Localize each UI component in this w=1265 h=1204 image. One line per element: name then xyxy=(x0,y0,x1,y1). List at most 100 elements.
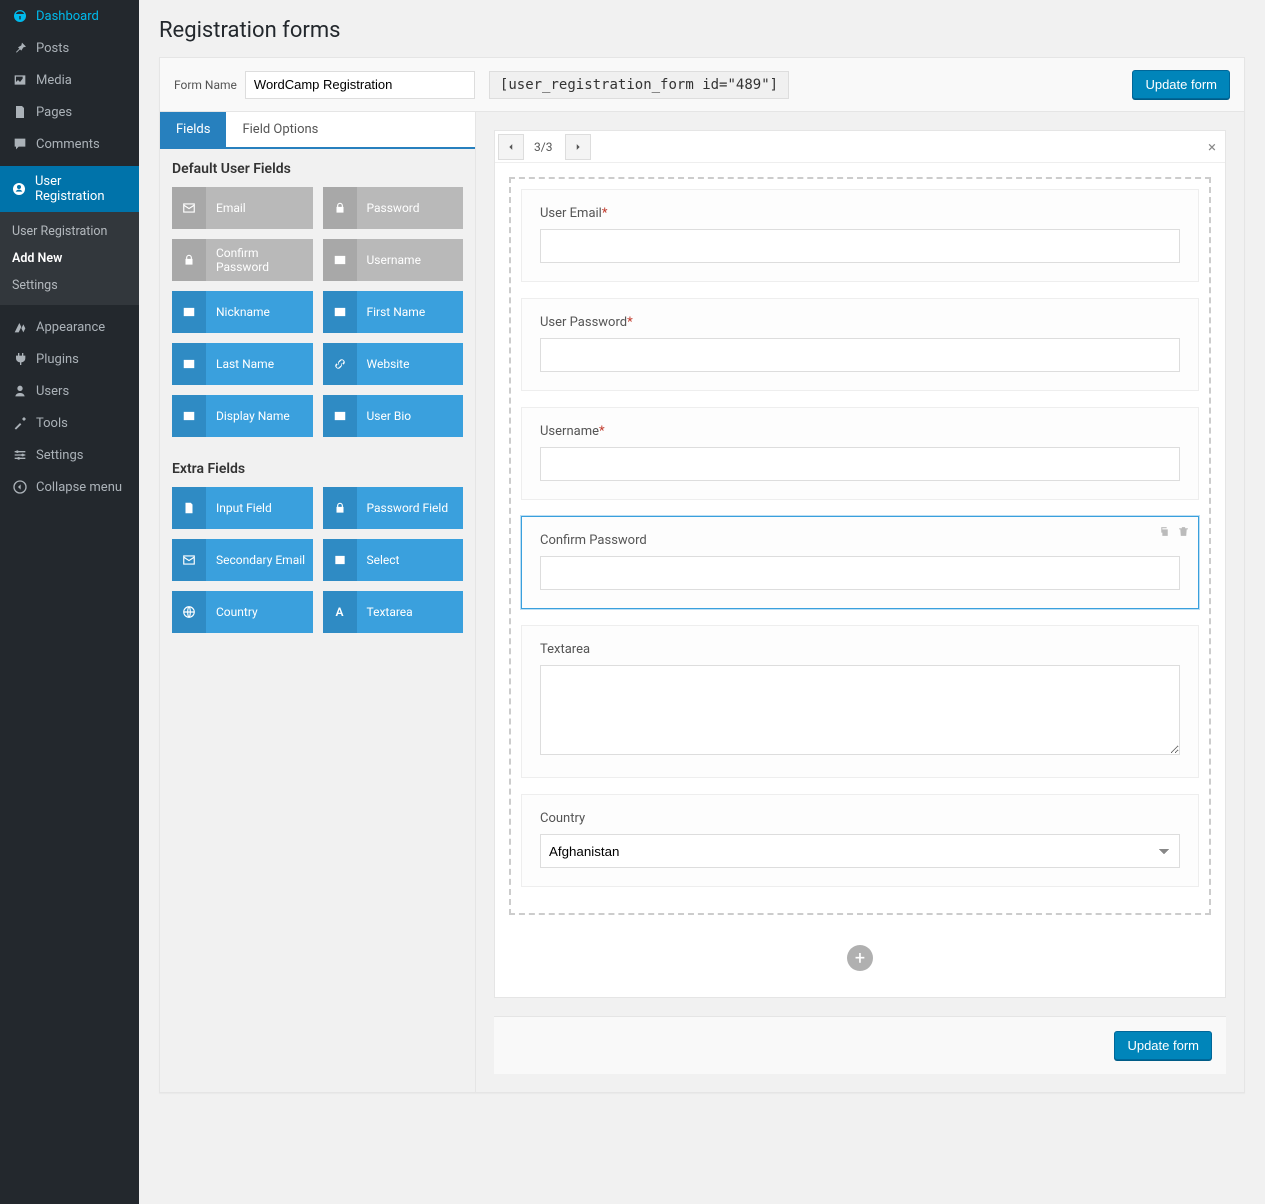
field-chip-email[interactable]: Email xyxy=(172,187,313,229)
canvas-field-textarea[interactable]: Textarea xyxy=(521,625,1199,778)
field-chip-select[interactable]: Select xyxy=(323,539,464,581)
add-row-button[interactable]: + xyxy=(847,945,873,971)
field-chip-textarea[interactable]: A Textarea xyxy=(323,591,464,633)
field-chip-user-bio[interactable]: User Bio xyxy=(323,395,464,437)
canvas-drop-zone[interactable]: User Email* User Password* Username* Confi… xyxy=(509,177,1211,915)
sidebar-item-settings[interactable]: Settings xyxy=(0,439,139,471)
sidebar-item-label: Media xyxy=(36,73,72,88)
card-icon xyxy=(333,305,347,319)
field-chip-label: Confirm Password xyxy=(206,246,313,274)
canvas-text-input[interactable] xyxy=(540,338,1180,372)
field-chip-nickname[interactable]: Nickname xyxy=(172,291,313,333)
sidebar-submenu: User Registration Add New Settings xyxy=(0,212,139,305)
delete-icon[interactable] xyxy=(1177,525,1190,538)
field-chip-label: Email xyxy=(206,201,313,215)
canvas-field-label: Country xyxy=(540,811,1180,826)
update-form-button-bottom[interactable]: Update form xyxy=(1114,1031,1212,1060)
field-chip-secondary-email[interactable]: Secondary Email xyxy=(172,539,313,581)
canvas-select[interactable]: Afghanistan xyxy=(540,834,1180,868)
field-chip-password[interactable]: Password xyxy=(323,187,464,229)
globe-icon xyxy=(182,605,196,619)
field-chip-label: Password Field xyxy=(357,501,464,515)
update-form-button-top[interactable]: Update form xyxy=(1132,70,1230,99)
canvas-field-country[interactable]: Country Afghanistan xyxy=(521,794,1199,887)
form-name-input[interactable] xyxy=(245,71,475,99)
canvas-field-label: User Email* xyxy=(540,206,1180,221)
field-chip-label: Display Name xyxy=(206,409,313,423)
canvas-field-label: Confirm Password xyxy=(540,533,1180,548)
extra-fields-heading: Extra Fields xyxy=(160,449,475,483)
field-chip-label: User Bio xyxy=(357,409,464,423)
canvas-close-button[interactable]: × xyxy=(1199,138,1225,156)
settings-icon xyxy=(10,447,30,463)
canvas-field-label: Textarea xyxy=(540,642,1180,657)
field-chip-last-name[interactable]: Last Name xyxy=(172,343,313,385)
canvas-textarea[interactable] xyxy=(540,665,1180,755)
field-chip-first-name[interactable]: First Name xyxy=(323,291,464,333)
select-icon xyxy=(333,553,347,567)
card-icon xyxy=(182,409,196,423)
canvas-text-input[interactable] xyxy=(540,447,1180,481)
user-reg-icon xyxy=(10,181,29,197)
lock-icon xyxy=(333,201,347,215)
form-name-label: Form Name xyxy=(174,78,237,92)
mail-icon xyxy=(182,553,196,567)
card-icon xyxy=(182,357,196,371)
main-content: Registration forms Form Name [user_regis… xyxy=(139,0,1265,1204)
letter-a-icon: A xyxy=(335,605,343,619)
dashboard-icon xyxy=(10,8,30,24)
submenu-add-new[interactable]: Add New xyxy=(0,245,139,272)
pin-icon xyxy=(10,40,30,56)
sidebar-item-user-registration[interactable]: User Registration xyxy=(0,166,139,212)
sidebar-item-label: Users xyxy=(36,384,69,399)
duplicate-icon[interactable] xyxy=(1158,525,1171,538)
field-chip-website[interactable]: Website xyxy=(323,343,464,385)
sidebar-item-comments[interactable]: Comments xyxy=(0,128,139,160)
sidebar-item-users[interactable]: Users xyxy=(0,375,139,407)
field-chip-password-field[interactable]: Password Field xyxy=(323,487,464,529)
tools-icon xyxy=(10,415,30,431)
canvas-field-confirm-password[interactable]: Confirm Password xyxy=(521,516,1199,609)
canvas-field-label: User Password* xyxy=(540,315,1180,330)
canvas-next-button[interactable] xyxy=(565,134,591,160)
builder-column: 3/3 × User Email*User Password*Username*… xyxy=(476,112,1244,1092)
admin-sidebar: DashboardPosts Media Pages Comments User Reg… xyxy=(0,0,139,1204)
media-icon xyxy=(10,72,30,88)
card-icon xyxy=(333,409,347,423)
sidebar-item-appearance[interactable]: Appearance xyxy=(0,311,139,343)
canvas-prev-button[interactable] xyxy=(498,134,524,160)
fields-panel: Fields Field Options Default User Fields… xyxy=(160,112,476,1092)
sidebar-item-dashboard[interactable]: Dashboard xyxy=(0,0,139,32)
card-icon xyxy=(182,305,196,319)
default-fields-heading: Default User Fields xyxy=(160,149,475,183)
field-chip-confirm-password[interactable]: Confirm Password xyxy=(172,239,313,281)
canvas-text-input[interactable] xyxy=(540,229,1180,263)
link-icon xyxy=(333,357,347,371)
submenu-settings[interactable]: Settings xyxy=(0,272,139,299)
canvas-field-user-email[interactable]: User Email* xyxy=(521,189,1199,282)
form-topbar: Form Name [user_registration_form id="48… xyxy=(160,58,1244,112)
field-chip-label: Textarea xyxy=(357,605,464,619)
sidebar-item-media[interactable]: Media xyxy=(0,64,139,96)
tab-field-options[interactable]: Field Options xyxy=(226,112,334,147)
sidebar-item-posts[interactable]: Posts xyxy=(0,32,139,64)
shortcode-display[interactable]: [user_registration_form id="489"] xyxy=(489,71,789,99)
field-chip-input-field[interactable]: Input Field xyxy=(172,487,313,529)
field-chip-country[interactable]: Country xyxy=(172,591,313,633)
tab-fields[interactable]: Fields xyxy=(160,112,226,147)
sidebar-item-pages[interactable]: Pages xyxy=(0,96,139,128)
field-chip-display-name[interactable]: Display Name xyxy=(172,395,313,437)
doc-icon xyxy=(182,501,196,515)
sidebar-item-collapse-menu[interactable]: Collapse menu xyxy=(0,471,139,503)
canvas-field-username[interactable]: Username* xyxy=(521,407,1199,500)
sidebar-item-tools[interactable]: Tools xyxy=(0,407,139,439)
collapse-icon xyxy=(10,479,30,495)
canvas-text-input[interactable] xyxy=(540,556,1180,590)
sidebar-item-label: Comments xyxy=(36,137,100,152)
canvas-field-user-password[interactable]: User Password* xyxy=(521,298,1199,391)
lock-icon xyxy=(333,501,347,515)
submenu-user-registration[interactable]: User Registration xyxy=(0,218,139,245)
sidebar-item-label: Settings xyxy=(36,448,83,463)
field-chip-username[interactable]: Username xyxy=(323,239,464,281)
sidebar-item-plugins[interactable]: Plugins xyxy=(0,343,139,375)
